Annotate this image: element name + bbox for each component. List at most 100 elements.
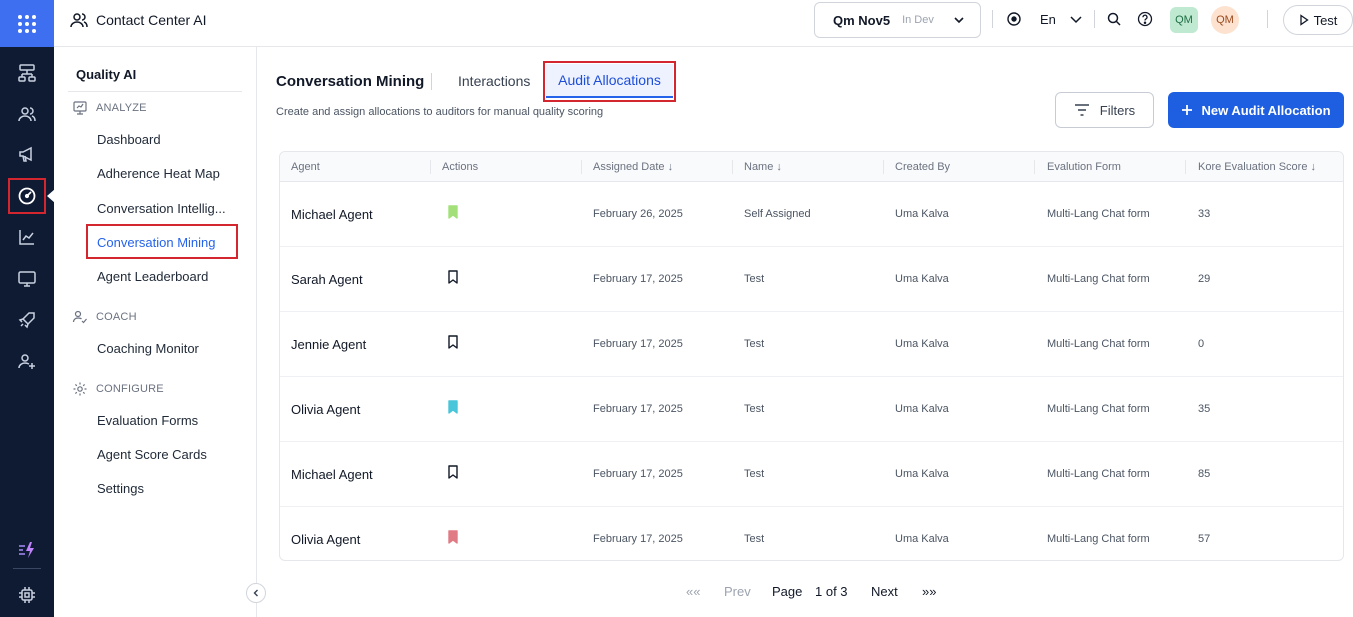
nav-item-coaching-monitor[interactable]: Coaching Monitor bbox=[97, 341, 199, 356]
chip-icon[interactable] bbox=[0, 575, 54, 615]
cell-evaluation-form: Multi-Lang Chat form bbox=[1047, 533, 1150, 545]
cell-score: 29 bbox=[1198, 273, 1211, 285]
nav-title: Quality AI bbox=[76, 67, 137, 82]
tab-interactions[interactable]: Interactions bbox=[458, 73, 530, 89]
chevron-down-icon[interactable] bbox=[1068, 11, 1084, 27]
page-label: Page bbox=[772, 584, 803, 599]
first-page-button[interactable]: «« bbox=[686, 584, 700, 599]
app-title: Contact Center AI bbox=[96, 12, 207, 28]
last-page-button[interactable]: »» bbox=[922, 584, 936, 599]
table-header: Agent Actions Assigned Date ↓ Name ↓ Cre… bbox=[280, 152, 1343, 182]
search-icon[interactable] bbox=[1106, 11, 1122, 27]
cell-created-by: Uma Kalva bbox=[895, 338, 949, 350]
col-assigned-date[interactable]: Assigned Date ↓ bbox=[593, 161, 673, 173]
apps-grid-icon[interactable] bbox=[0, 0, 54, 47]
new-audit-allocation-button[interactable]: New Audit Allocation bbox=[1168, 92, 1344, 128]
presentation-icon bbox=[73, 101, 87, 115]
flow-icon[interactable] bbox=[0, 53, 54, 93]
help-icon[interactable] bbox=[1137, 11, 1153, 27]
bookmark-icon[interactable] bbox=[446, 529, 460, 545]
filters-label: Filters bbox=[1099, 102, 1136, 118]
test-label: Test bbox=[1313, 12, 1338, 28]
cell-score: 33 bbox=[1198, 208, 1211, 220]
record-icon[interactable] bbox=[1006, 11, 1022, 27]
rocket-icon[interactable] bbox=[0, 300, 54, 340]
cell-created-by: Uma Kalva bbox=[895, 208, 949, 220]
icon-rail bbox=[0, 0, 55, 617]
nav-item-evaluation-forms[interactable]: Evaluation Forms bbox=[97, 413, 198, 428]
user-plus-icon[interactable] bbox=[0, 341, 54, 381]
table-row[interactable]: Sarah Agent February 17, 2025 Test Uma Kalv… bbox=[280, 247, 1343, 312]
cell-agent: Sarah Agent bbox=[291, 272, 363, 287]
bolt-icon[interactable] bbox=[0, 530, 54, 570]
cell-agent: Jennie Agent bbox=[291, 337, 367, 352]
cell-score: 85 bbox=[1198, 468, 1211, 480]
monitor-icon[interactable] bbox=[0, 259, 54, 299]
nav-item-agent-leaderboard[interactable]: Agent Leaderboard bbox=[97, 269, 208, 284]
workspace-avatar[interactable]: QM bbox=[1170, 7, 1198, 33]
page-title: Conversation Mining bbox=[276, 73, 425, 90]
col-kore-evaluation-score[interactable]: Kore Evaluation Score ↓ bbox=[1198, 161, 1316, 173]
nav-item-conversation-intelligence[interactable]: Conversation Intellig... bbox=[97, 201, 226, 216]
bookmark-icon[interactable] bbox=[446, 269, 460, 285]
cell-score: 35 bbox=[1198, 403, 1211, 415]
cell-evaluation-form: Multi-Lang Chat form bbox=[1047, 403, 1150, 415]
cell-assigned-date: February 26, 2025 bbox=[593, 208, 683, 220]
cell-agent: Michael Agent bbox=[291, 207, 373, 222]
table-row[interactable]: Jennie Agent February 17, 2025 Test Uma Kal… bbox=[280, 312, 1343, 377]
col-created-by: Created By bbox=[895, 161, 951, 173]
cell-agent: Olivia Agent bbox=[291, 532, 361, 547]
cell-name: Test bbox=[744, 403, 765, 415]
cell-evaluation-form: Multi-Lang Chat form bbox=[1047, 468, 1150, 480]
audit-allocations-highlight bbox=[543, 61, 676, 102]
cell-name: Test bbox=[744, 533, 765, 545]
page-value: 1 of 3 bbox=[815, 584, 848, 599]
cell-assigned-date: February 17, 2025 bbox=[593, 533, 683, 545]
nav-item-settings[interactable]: Settings bbox=[97, 481, 144, 496]
cell-assigned-date: February 17, 2025 bbox=[593, 273, 683, 285]
bookmark-icon[interactable] bbox=[446, 204, 460, 220]
bookmark-icon[interactable] bbox=[446, 399, 460, 415]
nav-item-agent-score-cards[interactable]: Agent Score Cards bbox=[97, 447, 207, 462]
environment-select[interactable]: Qm Nov5 In Dev bbox=[814, 2, 981, 38]
nav-item-dashboard[interactable]: Dashboard bbox=[97, 132, 161, 147]
cell-created-by: Uma Kalva bbox=[895, 533, 949, 545]
filter-icon bbox=[1074, 104, 1089, 116]
user-check-icon bbox=[72, 310, 87, 324]
top-bar: Contact Center AI Qm Nov5 In Dev En QM Q… bbox=[54, 0, 1353, 47]
test-button[interactable]: Test bbox=[1283, 5, 1353, 35]
gauge-highlight bbox=[8, 178, 46, 214]
megaphone-icon[interactable] bbox=[0, 134, 54, 174]
plus-icon bbox=[1182, 105, 1193, 115]
cell-name: Test bbox=[744, 273, 765, 285]
user-avatar[interactable]: QM bbox=[1211, 6, 1239, 34]
next-page-button[interactable]: Next bbox=[871, 584, 898, 599]
environment-tag: In Dev bbox=[902, 14, 934, 26]
new-audit-allocation-label: New Audit Allocation bbox=[1201, 102, 1331, 118]
users-icon[interactable] bbox=[0, 94, 54, 134]
table-row[interactable]: Olivia Agent February 17, 2025 Test Uma Kal… bbox=[280, 507, 1343, 560]
cell-created-by: Uma Kalva bbox=[895, 273, 949, 285]
nav-item-adherence-heat-map[interactable]: Adherence Heat Map bbox=[97, 166, 220, 181]
collapse-nav-button[interactable] bbox=[246, 583, 266, 603]
filters-button[interactable]: Filters bbox=[1055, 92, 1154, 128]
chart-icon[interactable] bbox=[0, 217, 54, 257]
cell-created-by: Uma Kalva bbox=[895, 403, 949, 415]
cell-name: Test bbox=[744, 468, 765, 480]
left-nav: Quality AI ANALYZE Dashboard Adherence H… bbox=[54, 47, 257, 617]
cell-assigned-date: February 17, 2025 bbox=[593, 468, 683, 480]
bookmark-icon[interactable] bbox=[446, 334, 460, 350]
col-evaluation-form: Evalution Form bbox=[1047, 161, 1121, 173]
cell-agent: Olivia Agent bbox=[291, 402, 361, 417]
gear-icon bbox=[73, 382, 87, 396]
prev-page-button[interactable]: Prev bbox=[724, 584, 751, 599]
play-icon bbox=[1299, 14, 1309, 26]
col-name[interactable]: Name ↓ bbox=[744, 161, 782, 173]
cell-name: Test bbox=[744, 338, 765, 350]
section-configure: CONFIGURE bbox=[72, 381, 164, 397]
table-row[interactable]: Michael Agent February 26, 2025 Self Assig… bbox=[280, 182, 1343, 247]
language-select[interactable]: En bbox=[1040, 12, 1056, 27]
table-row[interactable]: Olivia Agent February 17, 2025 Test Uma Kal… bbox=[280, 377, 1343, 442]
bookmark-icon[interactable] bbox=[446, 464, 460, 480]
table-row[interactable]: Michael Agent February 17, 2025 Test Uma Ka… bbox=[280, 442, 1343, 507]
